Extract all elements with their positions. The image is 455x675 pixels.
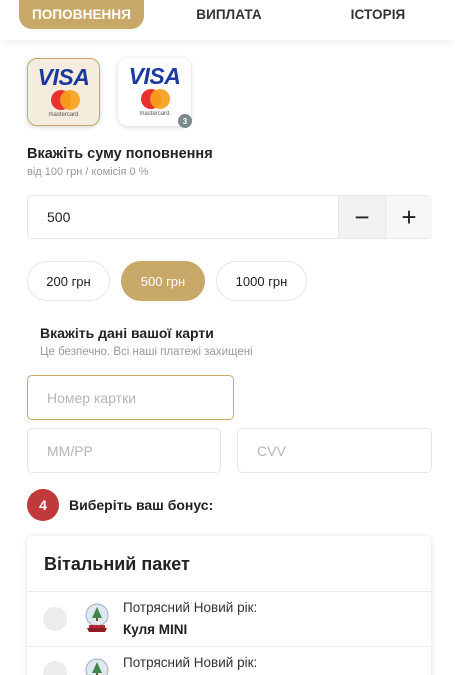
bonus-panel-title: Вітальний пакет (44, 554, 190, 574)
visa-logo: VISA (128, 63, 181, 89)
divider (27, 591, 431, 592)
mastercard-icon (141, 89, 170, 109)
cvv-field[interactable] (237, 428, 432, 473)
cvv-input[interactable] (238, 429, 431, 472)
mastercard-label: mastercard (48, 112, 79, 118)
card-details-title: Вкажіть дані вашої карти (40, 325, 214, 341)
step-number-badge: 4 (27, 489, 59, 521)
bonus-panel: Вітальний пакет Потрясний Новий рік: Кул… (27, 536, 431, 675)
expiry-input[interactable] (28, 429, 220, 472)
tab-bar: ПОПОВНЕННЯ ВИПЛАТА ІСТОРІЯ (0, 0, 455, 40)
card-details-subtitle: Це безпечно. Всі наші платежі захищені (40, 346, 253, 358)
increase-amount-button[interactable]: + (385, 196, 432, 238)
tab-history[interactable]: ІСТОРІЯ (318, 0, 438, 29)
bonus-option-title: Потрясний Новий рік: (123, 600, 258, 615)
amount-title: Вкажіть суму поповнення (27, 146, 213, 162)
bonus-radio[interactable] (43, 607, 67, 631)
tab-top-up[interactable]: ПОПОВНЕННЯ (19, 0, 144, 29)
tab-withdrawal[interactable]: ВИПЛАТА (168, 0, 290, 29)
card-number-field[interactable] (27, 375, 234, 420)
expiry-field[interactable] (27, 428, 221, 473)
bonus-title: Виберіть ваш бонус: (69, 497, 214, 513)
visa-logo: VISA (37, 64, 90, 90)
bonus-option-name: Куля MINI (123, 622, 188, 637)
bonus-option-title: Потрясний Новий рік: (123, 655, 258, 670)
decrease-amount-button[interactable]: − (338, 196, 385, 238)
bonus-radio[interactable] (43, 661, 67, 675)
card-count-badge: 3 (178, 114, 192, 128)
payment-method-visa-mastercard-2[interactable]: VISA mastercard 3 (118, 58, 192, 128)
snow-globe-icon (85, 603, 109, 632)
card-number-input[interactable] (28, 376, 233, 419)
mastercard-icon (51, 90, 80, 110)
amount-subtitle: від 100 грн / комісія 0 % (27, 166, 149, 178)
payment-method-visa-mastercard-1[interactable]: VISA mastercard (27, 58, 100, 126)
quick-amount-200[interactable]: 200 грн (27, 261, 110, 301)
quick-amount-500[interactable]: 500 грн (121, 261, 205, 301)
snow-globe-icon (85, 658, 109, 675)
amount-value[interactable]: 500 (47, 209, 70, 225)
amount-input[interactable]: 500 − + (27, 195, 432, 239)
divider (27, 646, 431, 647)
quick-amount-1000[interactable]: 1000 грн (216, 261, 307, 301)
